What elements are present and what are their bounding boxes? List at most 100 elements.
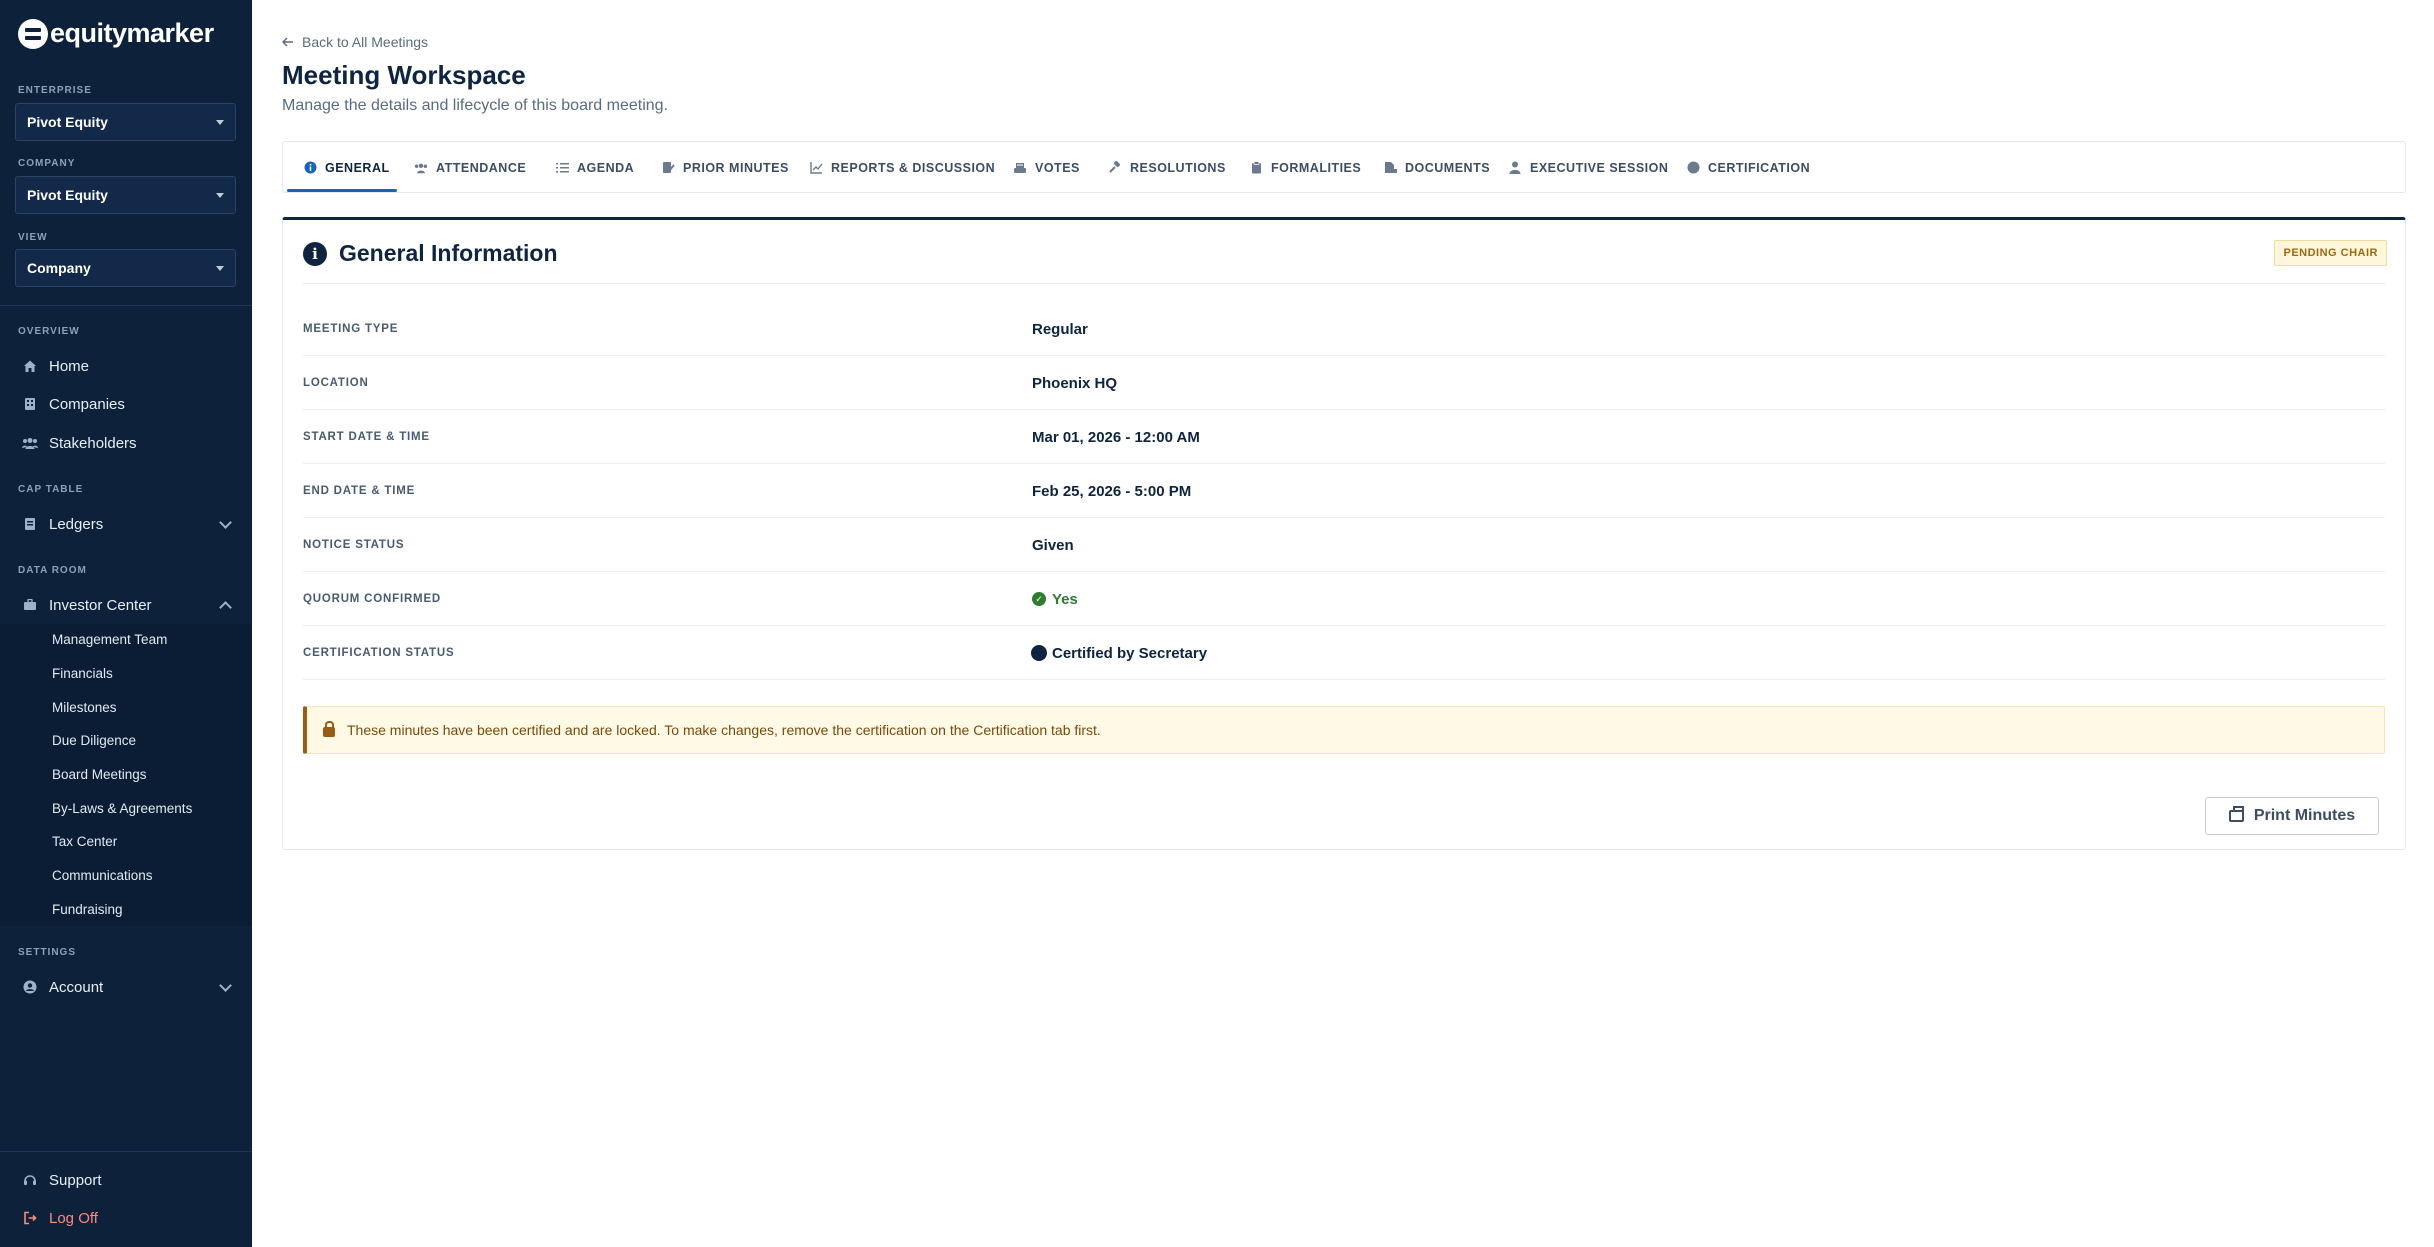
print-minutes-button[interactable]: Print Minutes xyxy=(2205,797,2379,835)
card-header: i General Information xyxy=(303,240,558,267)
tab-executive-session[interactable]: EXECUTIVE SESSION xyxy=(1508,142,1668,193)
certificate-icon xyxy=(1032,646,1046,660)
overview-label: OVERVIEW xyxy=(18,326,80,337)
tab-formalities[interactable]: FORMALITIES xyxy=(1249,142,1361,193)
chart-line-icon xyxy=(809,161,823,175)
settings-label: SETTINGS xyxy=(18,947,77,958)
print-button-label: Print Minutes xyxy=(2253,807,2356,824)
header-divider xyxy=(303,283,2385,284)
row-value: Certified by Secretary xyxy=(1032,626,1207,680)
view-select[interactable]: Company xyxy=(15,249,236,287)
tab-prior-minutes[interactable]: PRIOR MINUTES xyxy=(661,142,789,193)
tab-label: FORMALITIES xyxy=(1271,160,1362,175)
tab-bar: GENERAL ATTENDANCE AGENDA PRIOR MINUTES … xyxy=(282,141,2406,193)
printer-icon xyxy=(2228,806,2244,822)
tab-reports-discussion[interactable]: REPORTS & DISCUSSION xyxy=(809,142,995,193)
submenu-item-management-team[interactable]: Management Team xyxy=(52,630,167,650)
detail-row-notice-status: NOTICE STATUS Given xyxy=(303,518,2385,572)
data-room-label: DATA ROOM xyxy=(18,565,87,576)
view-value: Company xyxy=(27,260,91,276)
back-link-label: Back to All Meetings xyxy=(302,34,429,50)
submenu-item-board-meetings[interactable]: Board Meetings xyxy=(52,765,147,785)
clipboard-icon xyxy=(1249,161,1263,175)
general-info-card: i General Information PENDING CHAIR MEET… xyxy=(282,217,2406,850)
tab-label: RESOLUTIONS xyxy=(1130,160,1226,175)
sidebar-item-investor-center[interactable]: Investor Center xyxy=(0,588,252,622)
tab-documents[interactable]: DOCUMENTS xyxy=(1383,142,1490,193)
brand-logo[interactable]: equitymarker xyxy=(18,18,214,49)
sidebar-item-ledgers[interactable]: Ledgers xyxy=(0,507,252,541)
sidebar-item-label: Companies xyxy=(49,395,125,413)
sidebar-item-account[interactable]: Account xyxy=(0,970,252,1004)
row-label: LOCATION xyxy=(303,377,369,389)
sidebar-item-home[interactable]: Home xyxy=(0,349,252,383)
tab-label: AGENDA xyxy=(577,160,635,175)
tab-label: PRIOR MINUTES xyxy=(683,160,789,175)
submenu-item-tax-center[interactable]: Tax Center xyxy=(52,832,117,852)
row-value-text: Certified by Secretary xyxy=(1052,644,1208,662)
submenu-item-milestones[interactable]: Milestones xyxy=(52,698,117,718)
briefcase-icon xyxy=(22,597,38,613)
row-value: Regular xyxy=(1032,302,1088,356)
company-label: COMPANY xyxy=(18,158,76,169)
users-icon xyxy=(22,435,38,451)
tab-label: CERTIFICATION xyxy=(1708,160,1811,175)
tab-resolutions[interactable]: RESOLUTIONS xyxy=(1108,142,1226,193)
caret-down-icon xyxy=(216,265,224,271)
tab-general[interactable]: GENERAL xyxy=(303,142,390,193)
detail-row-quorum: QUORUM CONFIRMED ✓ Yes xyxy=(303,572,2385,626)
tab-agenda[interactable]: AGENDA xyxy=(555,142,634,193)
card-title: General Information xyxy=(339,240,558,266)
row-value: Mar 01, 2026 - 12:00 AM xyxy=(1032,410,1200,464)
info-icon xyxy=(303,161,317,175)
alert-text: These minutes have been certified and ar… xyxy=(347,722,1101,738)
submenu-item-due-diligence[interactable]: Due Diligence xyxy=(52,731,136,751)
submenu-item-fundraising[interactable]: Fundraising xyxy=(52,900,123,920)
sidebar-item-stakeholders[interactable]: Stakeholders xyxy=(0,426,252,460)
sidebar: equitymarker ENTERPRISE Pivot Equity COM… xyxy=(0,0,252,1247)
chevron-down-icon xyxy=(219,516,232,529)
user-circle-icon xyxy=(22,979,38,995)
headset-icon xyxy=(22,1172,38,1188)
enterprise-value: Pivot Equity xyxy=(27,114,108,130)
locked-alert: These minutes have been certified and ar… xyxy=(303,706,2385,754)
sidebar-item-support[interactable]: Support xyxy=(0,1163,252,1197)
sidebar-item-companies[interactable]: Companies xyxy=(0,387,252,421)
active-tab-indicator xyxy=(287,189,397,192)
page-title: Meeting Workspace xyxy=(282,60,526,90)
book-icon xyxy=(22,516,38,532)
sidebar-item-log-off[interactable]: Log Off xyxy=(0,1201,252,1235)
tab-certification[interactable]: CERTIFICATION xyxy=(1686,142,1810,193)
user-tie-icon xyxy=(1508,161,1522,175)
row-value: Phoenix HQ xyxy=(1032,356,1117,410)
sidebar-item-label: Investor Center xyxy=(49,596,152,614)
file-edit-icon xyxy=(661,161,675,175)
row-label: CERTIFICATION STATUS xyxy=(303,647,455,659)
building-icon xyxy=(22,396,38,412)
tab-label: REPORTS & DISCUSSION xyxy=(831,160,996,175)
sidebar-item-label: Stakeholders xyxy=(49,434,137,452)
list-icon xyxy=(555,161,569,175)
ballot-icon xyxy=(1013,161,1027,175)
status-badge: PENDING CHAIR xyxy=(2274,240,2387,266)
submenu-item-financials[interactable]: Financials xyxy=(52,664,113,684)
tab-attendance[interactable]: ATTENDANCE xyxy=(414,142,526,193)
sidebar-item-label: Account xyxy=(49,978,104,996)
tab-votes[interactable]: VOTES xyxy=(1013,142,1080,193)
detail-row-certification-status: CERTIFICATION STATUS Certified by Secret… xyxy=(303,626,2385,680)
check-circle-icon: ✓ xyxy=(1032,592,1046,606)
brand-name: equitymarker xyxy=(50,18,214,48)
back-link[interactable]: Back to All Meetings xyxy=(281,34,429,50)
row-label: NOTICE STATUS xyxy=(303,539,405,551)
logo-icon xyxy=(18,18,48,49)
arrow-left-icon xyxy=(281,34,294,50)
row-value-text: Regular xyxy=(1032,320,1088,338)
row-value: Feb 25, 2026 - 5:00 PM xyxy=(1032,464,1191,518)
enterprise-select[interactable]: Pivot Equity xyxy=(15,103,236,141)
sidebar-item-label: Home xyxy=(49,357,90,375)
submenu-item-communications[interactable]: Communications xyxy=(52,866,153,886)
submenu-item-bylaws-agreements[interactable]: By-Laws & Agreements xyxy=(52,799,192,819)
info-icon: i xyxy=(303,241,327,266)
caret-down-icon xyxy=(216,192,224,198)
company-select[interactable]: Pivot Equity xyxy=(15,176,236,214)
